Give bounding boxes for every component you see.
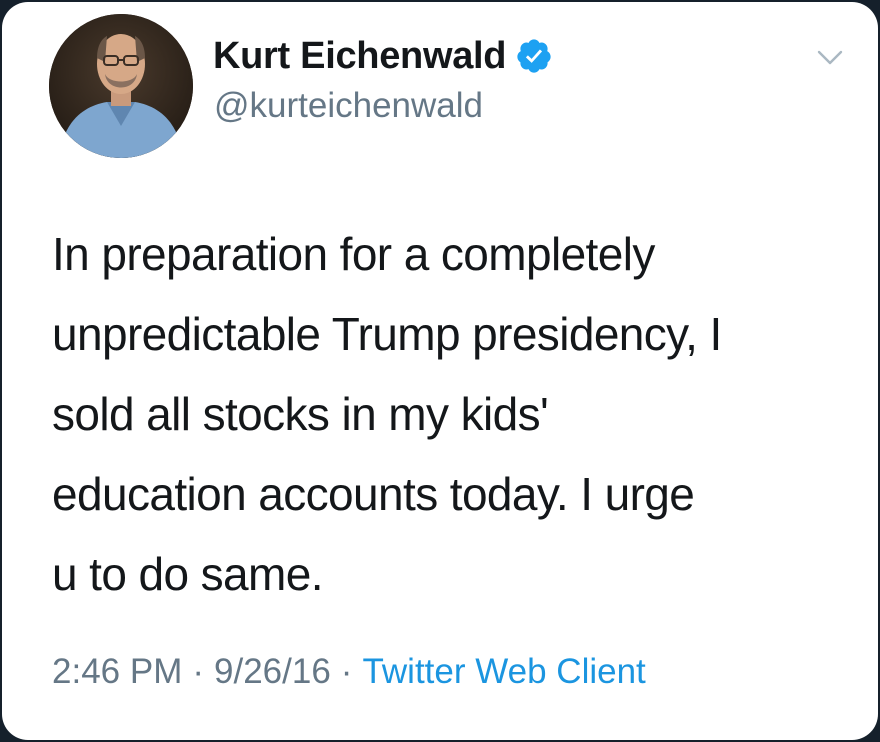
author-avatar[interactable] [49, 14, 193, 158]
author-display-name[interactable]: Kurt Eichenwald [213, 35, 507, 78]
tweet-date[interactable]: 9/26/16 [214, 652, 331, 692]
tweet-source-link[interactable]: Twitter Web Client [362, 652, 645, 692]
verified-badge-icon [515, 37, 553, 75]
avatar-photo-icon [49, 14, 193, 158]
tweet-card[interactable]: Kurt Eichenwald @kurteichenwald In prepa… [2, 2, 878, 740]
meta-separator: · [192, 652, 205, 691]
tweet-text: In preparation for a completely unpredic… [52, 228, 722, 600]
tweet-time[interactable]: 2:46 PM [52, 652, 182, 692]
meta-separator: · [340, 652, 353, 691]
tweet-meta: 2:46 PM · 9/26/16 · Twitter Web Client [52, 652, 646, 692]
author-name-row: Kurt Eichenwald [213, 32, 553, 80]
author-handle[interactable]: @kurteichenwald [214, 86, 483, 126]
chevron-down-icon[interactable] [816, 48, 844, 68]
